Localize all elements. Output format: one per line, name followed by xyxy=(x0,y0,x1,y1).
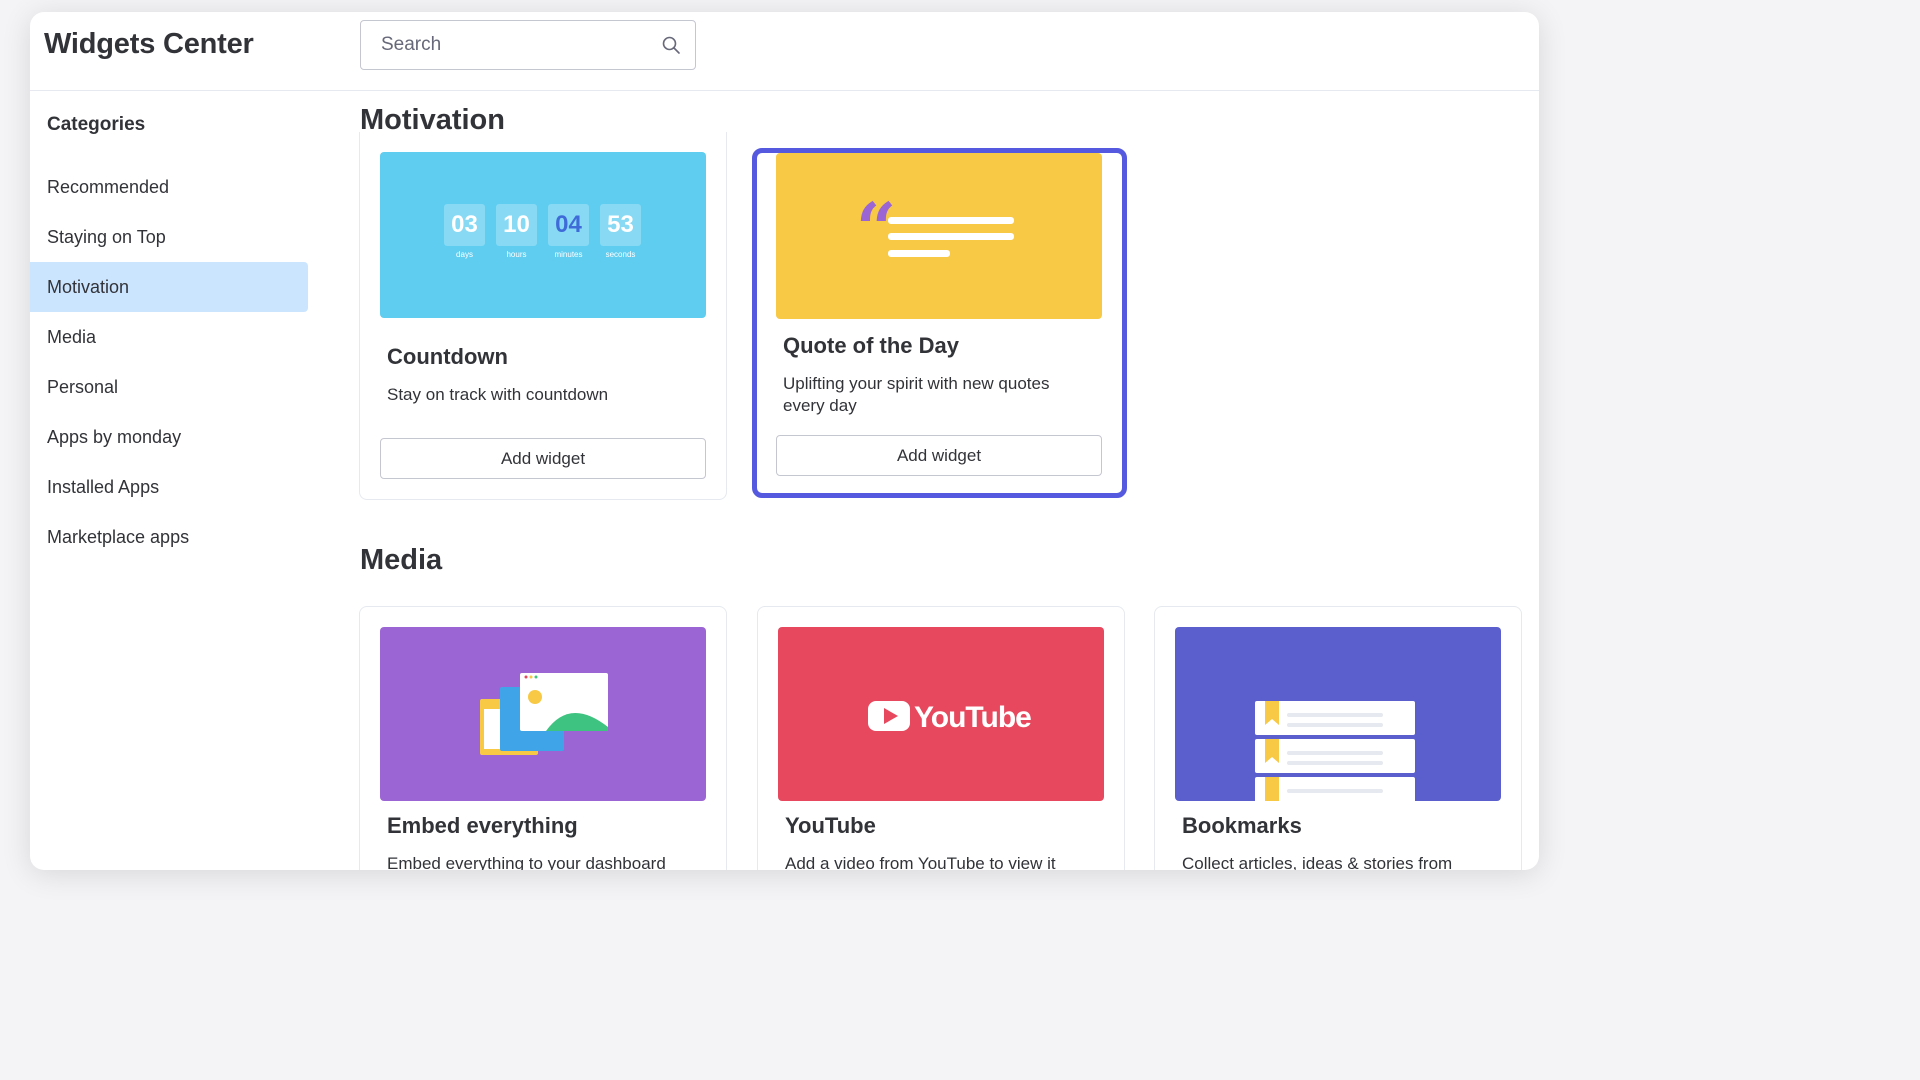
search-input[interactable] xyxy=(361,21,651,69)
countdown-hours: 10 hours xyxy=(496,204,537,259)
card-description: Uplifting your spirit with new quotes ev… xyxy=(783,374,1050,415)
svg-text:YouTube: YouTube xyxy=(914,701,1031,734)
add-widget-button-quote[interactable]: Add widget xyxy=(776,435,1102,476)
card-description: Collect articles, ideas & stories from xyxy=(1182,854,1453,870)
embed-illustration-icon xyxy=(480,673,608,755)
bookmarks-illustration-icon xyxy=(1255,701,1415,801)
quote-icon: “ xyxy=(856,187,1014,270)
quote-preview-image: “ xyxy=(776,153,1102,319)
embed-preview-image xyxy=(380,627,706,801)
widget-card-quote-of-the-day[interactable]: “ Quote of the Day Uplifting your spirit… xyxy=(752,148,1127,498)
countdown-preview-image: 03 days 10 hours 04 minutes 53 seconds xyxy=(380,152,706,318)
sidebar-item-recommended[interactable]: Recommended xyxy=(30,162,308,212)
svg-text:“: “ xyxy=(856,187,896,270)
widget-card-bookmarks[interactable]: Bookmarks Collect articles, ideas & stor… xyxy=(1154,606,1522,870)
page-title: Widgets Center xyxy=(44,28,254,60)
header: Widgets Center xyxy=(30,12,1539,91)
card-description: Stay on track with countdown xyxy=(387,385,609,404)
categories-heading: Categories xyxy=(47,114,146,135)
countdown-display: 03 days 10 hours 04 minutes 53 seconds xyxy=(444,204,641,259)
search-box[interactable] xyxy=(360,20,696,70)
card-description: Add a video from YouTube to view it xyxy=(785,854,1056,870)
widget-card-youtube[interactable]: YouTube YouTube Add a video from YouTube… xyxy=(757,606,1125,870)
widgets-center-window: Widgets Center Categories Recommended St… xyxy=(30,12,1539,870)
countdown-days: 03 days xyxy=(444,204,485,259)
card-title: Countdown xyxy=(387,344,508,369)
countdown-minutes: 04 minutes xyxy=(548,204,589,259)
card-title: YouTube xyxy=(785,813,876,838)
card-title: Bookmarks xyxy=(1182,813,1302,838)
youtube-preview-image: YouTube xyxy=(778,627,1104,801)
section-title-media: Media xyxy=(360,544,443,576)
card-title: Embed everything xyxy=(387,813,578,838)
categories-sidebar: Categories Recommended Staying on Top Mo… xyxy=(30,92,320,870)
card-description: Embed everything to your dashboard xyxy=(387,854,666,870)
widget-card-countdown[interactable]: 03 days 10 hours 04 minutes 53 seconds C… xyxy=(359,132,727,500)
sidebar-item-media[interactable]: Media xyxy=(30,312,308,362)
sidebar-item-apps-by-monday[interactable]: Apps by monday xyxy=(30,412,308,462)
card-title: Quote of the Day xyxy=(783,333,960,358)
youtube-logo-icon: YouTube xyxy=(868,701,1032,734)
widget-card-embed-everything[interactable]: Embed everything Embed everything to you… xyxy=(359,606,727,870)
sidebar-item-installed-apps[interactable]: Installed Apps xyxy=(30,462,308,512)
countdown-seconds: 53 seconds xyxy=(600,204,641,259)
sidebar-item-motivation[interactable]: Motivation xyxy=(30,262,308,312)
widgets-content: Motivation 03 days 10 hours 04 minutes 5… xyxy=(359,92,1539,870)
bookmarks-preview-image xyxy=(1175,627,1501,801)
sidebar-item-marketplace-apps[interactable]: Marketplace apps xyxy=(30,512,308,562)
sidebar-item-personal[interactable]: Personal xyxy=(30,362,308,412)
search-icon[interactable] xyxy=(661,35,681,55)
sidebar-item-staying-on-top[interactable]: Staying on Top xyxy=(30,212,308,262)
add-widget-button-countdown[interactable]: Add widget xyxy=(380,438,706,479)
